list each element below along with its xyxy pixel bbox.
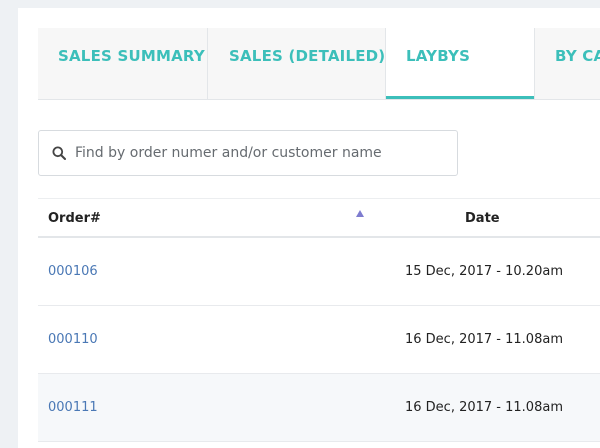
search-input[interactable] (73, 131, 445, 175)
tab-laybys[interactable]: LAYBYS (386, 28, 535, 99)
tab-sales-detailed[interactable]: SALES (DETAILED) (208, 28, 386, 99)
order-date: 15 Dec, 2017 - 10.20am (405, 264, 563, 279)
search-icon (52, 146, 66, 160)
table-row: 000110 16 Dec, 2017 - 11.08am (38, 306, 600, 374)
tab-by-category[interactable]: BY CA (535, 28, 600, 99)
table-header: Order# Date (38, 198, 600, 238)
column-header-order[interactable]: Order# (48, 199, 101, 239)
laybys-table: Order# Date 000106 15 Dec, 2017 - 10.20a… (38, 198, 600, 442)
column-header-date[interactable]: Date (465, 199, 500, 239)
laybys-report-panel: SALES SUMMARY SALES (DETAILED) LAYBYS BY… (18, 8, 600, 448)
order-number-link[interactable]: 000110 (48, 306, 98, 374)
order-number-link[interactable]: 000106 (48, 238, 98, 306)
tab-sales-summary[interactable]: SALES SUMMARY (38, 28, 208, 99)
order-date: 16 Dec, 2017 - 11.08am (405, 332, 563, 347)
sort-ascending-icon[interactable] (356, 210, 364, 217)
order-number-link[interactable]: 000111 (48, 374, 98, 442)
search-box (38, 130, 458, 176)
order-date: 16 Dec, 2017 - 11.08am (405, 400, 563, 415)
table-row: 000111 16 Dec, 2017 - 11.08am (38, 374, 600, 442)
report-tabs: SALES SUMMARY SALES (DETAILED) LAYBYS BY… (38, 28, 600, 100)
table-row: 000106 15 Dec, 2017 - 10.20am (38, 238, 600, 306)
